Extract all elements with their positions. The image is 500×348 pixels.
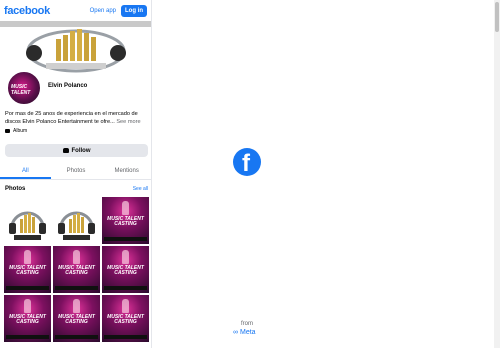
scrollbar-thumb[interactable] (495, 2, 499, 32)
photos-header: Photos See all (5, 186, 148, 192)
facebook-circle-logo: f (233, 148, 261, 177)
photo-thumbnail[interactable]: MUSIC TALENT CASTING (102, 246, 149, 293)
photo-grid: MUSIC TALENT CASTING MUSIC TALENT CASTING… (4, 197, 149, 342)
photo-thumbnail[interactable]: MUSIC TALENT CASTING (4, 295, 51, 342)
open-app-link[interactable]: Open app (90, 8, 116, 14)
poster-figure (122, 250, 129, 264)
page-name[interactable]: Elvin Polanco (48, 83, 87, 89)
profile-avatar[interactable]: MUSIC TALENT (6, 70, 42, 106)
poster-figure (122, 299, 129, 313)
page-category: Album (5, 128, 27, 134)
tab-all[interactable]: All (0, 164, 51, 179)
poster-sponsor-bar (6, 335, 49, 339)
poster-title: MUSIC TALENT CASTING (58, 314, 95, 325)
tab-mentions[interactable]: Mentions (101, 164, 151, 179)
photo-thumbnail[interactable]: MUSIC TALENT CASTING (53, 246, 100, 293)
from-label: from (241, 321, 253, 327)
app-window: facebook Open app Log in MUSIC TALENT El (0, 0, 500, 348)
follow-icon (62, 148, 69, 153)
poster-sponsor-bar (104, 237, 147, 241)
page-bio: Por mas de 25 anos de experiencia en el … (5, 110, 148, 126)
poster-title: MUSIC TALENT CASTING (107, 265, 144, 276)
photo-thumbnail[interactable]: MUSIC TALENT CASTING (102, 197, 149, 244)
photo-thumbnail[interactable]: MUSIC TALENT CASTING (102, 295, 149, 342)
scrollbar[interactable] (494, 0, 500, 348)
poster-sponsor-bar (6, 286, 49, 290)
poster-title: MUSIC TALENT CASTING (107, 216, 144, 227)
poster-figure (73, 250, 80, 264)
folder-icon (5, 129, 10, 133)
poster-title: MUSIC TALENT CASTING (9, 265, 46, 276)
meta-label: Meta (240, 329, 256, 336)
page-tabs: All Photos Mentions (0, 164, 151, 180)
cover-logo-art (26, 29, 126, 73)
meta-brand: ∞ Meta (233, 329, 256, 336)
photo-thumbnail[interactable] (53, 197, 100, 244)
poster-figure (24, 250, 31, 264)
poster-figure (122, 201, 129, 215)
mobile-page-column: facebook Open app Log in MUSIC TALENT El (0, 0, 152, 348)
photo-thumbnail[interactable]: MUSIC TALENT CASTING (4, 246, 51, 293)
login-button[interactable]: Log in (121, 4, 147, 17)
poster-title: MUSIC TALENT CASTING (107, 314, 144, 325)
poster-figure (24, 299, 31, 313)
see-more-link[interactable]: See more (116, 119, 140, 125)
meta-infinity-icon: ∞ (233, 329, 238, 336)
facebook-f-icon: f (242, 150, 250, 177)
poster-sponsor-bar (104, 335, 147, 339)
facebook-logo[interactable]: facebook (4, 5, 50, 17)
photos-title: Photos (5, 186, 26, 192)
photo-thumbnail[interactable]: MUSIC TALENT CASTING (53, 295, 100, 342)
follow-button[interactable]: Follow (5, 144, 148, 157)
poster-sponsor-bar (55, 335, 98, 339)
category-label: Album (13, 128, 28, 134)
poster-sponsor-bar (104, 286, 147, 290)
poster-title: MUSIC TALENT CASTING (58, 265, 95, 276)
tab-photos[interactable]: Photos (51, 164, 102, 179)
see-all-link[interactable]: See all (133, 186, 148, 192)
follow-label: Follow (71, 147, 91, 154)
headphones-logo-art (58, 211, 95, 240)
poster-title: MUSIC TALENT CASTING (9, 314, 46, 325)
headphones-logo-art (9, 211, 46, 240)
poster-sponsor-bar (55, 286, 98, 290)
top-bar: facebook Open app Log in (0, 0, 151, 21)
cover-photo[interactable] (0, 21, 151, 76)
photo-thumbnail[interactable] (4, 197, 51, 244)
avatar-caption: MUSIC TALENT (11, 84, 31, 96)
poster-figure (73, 299, 80, 313)
